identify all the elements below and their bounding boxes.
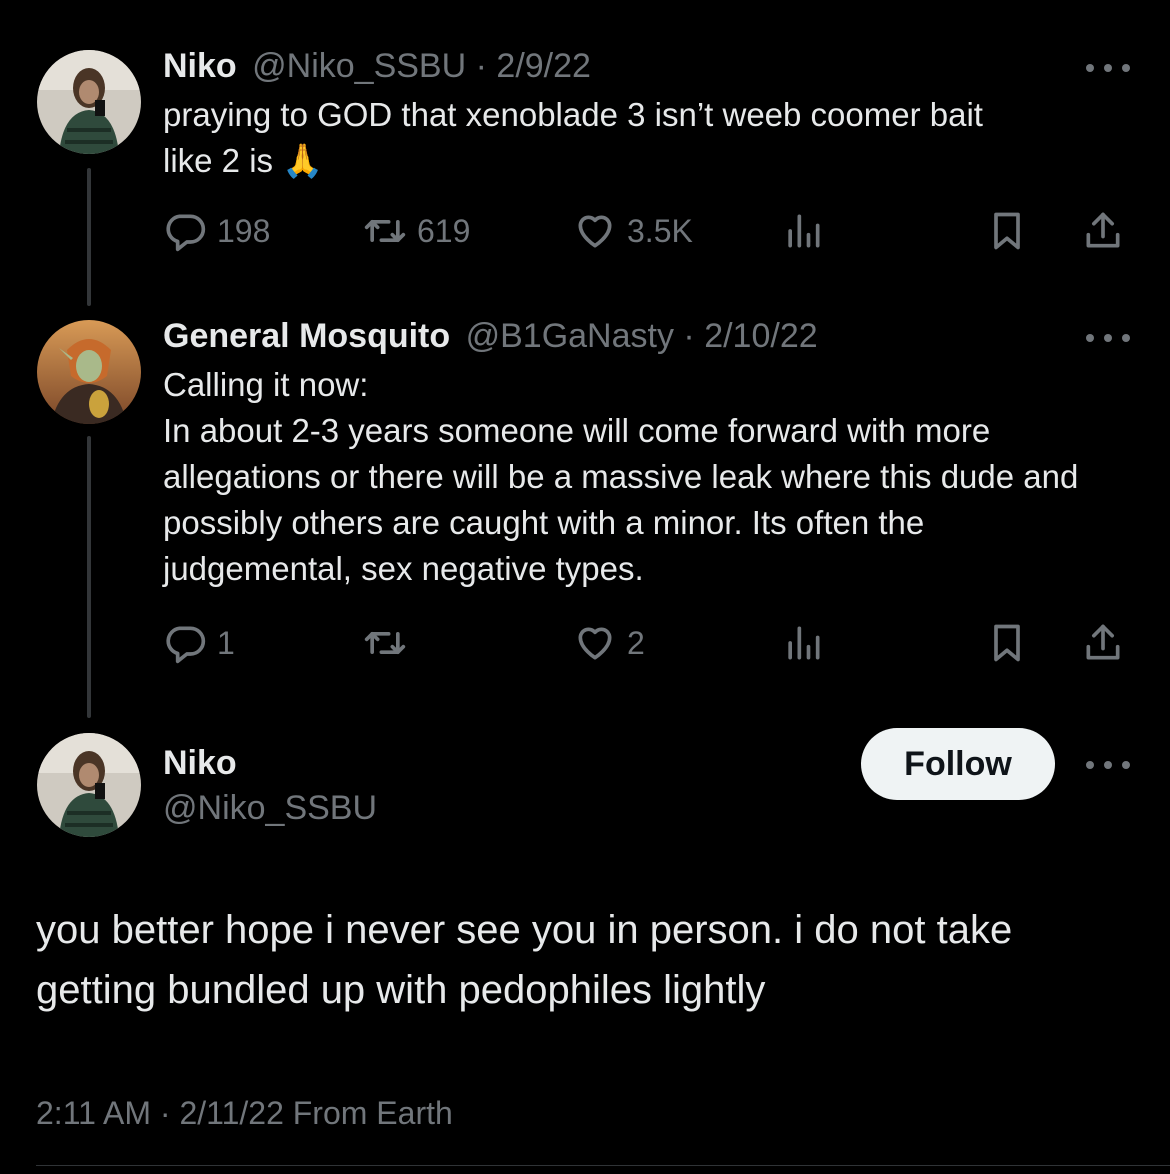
bookmark-button[interactable] — [985, 618, 1029, 668]
author-name-text: Niko — [163, 744, 237, 782]
like-button[interactable]: 2 — [573, 618, 645, 668]
like-icon — [578, 215, 612, 248]
author-handle-text: @Niko_SSBU — [163, 789, 378, 827]
separator: · — [159, 1095, 171, 1131]
tweet-date[interactable]: 2/9/22 — [496, 47, 591, 85]
avatar[interactable] — [37, 733, 141, 837]
reply-button[interactable]: 1 — [163, 618, 235, 668]
views-button[interactable] — [781, 206, 825, 256]
more-icon[interactable] — [1086, 60, 1130, 76]
tweet-meta: 2:11 AM · 2/11/22 From Earth — [36, 1095, 453, 1132]
like-icon — [578, 627, 612, 660]
reply-icon — [166, 626, 206, 664]
views-icon — [788, 626, 820, 660]
reply-button[interactable]: 198 — [163, 206, 270, 256]
main-tweet-text: you better hope i never see you in perso… — [36, 908, 1013, 1012]
tweet-date[interactable]: 2/11/22 — [179, 1095, 283, 1131]
bookmark-icon — [994, 212, 1020, 250]
retweet-button[interactable] — [363, 618, 417, 668]
reply-count: 1 — [217, 624, 235, 661]
tweet-time[interactable]: 2:11 AM — [36, 1095, 151, 1131]
tweet-header: General Mosquito @B1GaNasty · 2/10/22 — [163, 316, 818, 356]
author-name[interactable]: Niko — [163, 47, 237, 85]
retweet-count: 619 — [417, 212, 471, 249]
tweet-header: Niko @Niko_SSBU · 2/9/22 — [163, 46, 591, 86]
separator: · — [683, 317, 695, 355]
divider — [36, 1165, 1170, 1166]
views-button[interactable] — [781, 618, 825, 668]
views-icon — [788, 214, 820, 248]
reply-count: 198 — [217, 212, 271, 249]
retweet-icon — [364, 632, 406, 654]
retweet-icon — [364, 220, 406, 242]
more-icon[interactable] — [1086, 330, 1130, 346]
tweet-actions: 198 619 3.5K — [163, 206, 1133, 256]
thread-line — [87, 436, 91, 718]
tweet-text: Calling it now: In about 2-3 years someo… — [163, 362, 1113, 592]
more-icon[interactable] — [1086, 757, 1130, 773]
reply-icon — [166, 214, 206, 252]
author-handle[interactable]: @Niko_SSBU — [163, 788, 377, 828]
like-count: 2 — [627, 624, 645, 661]
follow-button[interactable]: Follow — [861, 728, 1055, 800]
share-button[interactable] — [1081, 206, 1125, 256]
avatar[interactable] — [37, 320, 141, 424]
tweet-text-line: In about 2-3 years someone will come for… — [163, 412, 1079, 587]
author-handle[interactable]: @B1GaNasty — [466, 317, 674, 355]
author-name[interactable]: Niko — [163, 743, 237, 783]
like-button[interactable]: 3.5K — [573, 206, 693, 256]
share-icon — [1086, 212, 1120, 248]
tweet-text-line: praying to GOD that xenoblade 3 isn’t we… — [163, 96, 983, 133]
tweet-text-line: like 2 is 🙏 — [163, 142, 324, 179]
retweet-button[interactable]: 619 — [363, 206, 470, 256]
tweet-text-line: Calling it now: — [163, 366, 369, 403]
tweet-source: From Earth — [292, 1095, 453, 1131]
share-icon — [1086, 624, 1120, 660]
bookmark-button[interactable] — [985, 206, 1029, 256]
avatar[interactable] — [37, 50, 141, 154]
separator: · — [475, 47, 487, 85]
author-name[interactable]: General Mosquito — [163, 317, 450, 355]
share-button[interactable] — [1081, 618, 1125, 668]
thread-line — [87, 168, 91, 306]
tweet-date[interactable]: 2/10/22 — [704, 317, 817, 355]
author-handle[interactable]: @Niko_SSBU — [252, 47, 466, 85]
bookmark-icon — [994, 624, 1020, 662]
tweet-actions: 1 2 — [163, 618, 1133, 668]
like-count: 3.5K — [627, 212, 693, 249]
tweet-text: praying to GOD that xenoblade 3 isn’t we… — [163, 92, 1123, 184]
